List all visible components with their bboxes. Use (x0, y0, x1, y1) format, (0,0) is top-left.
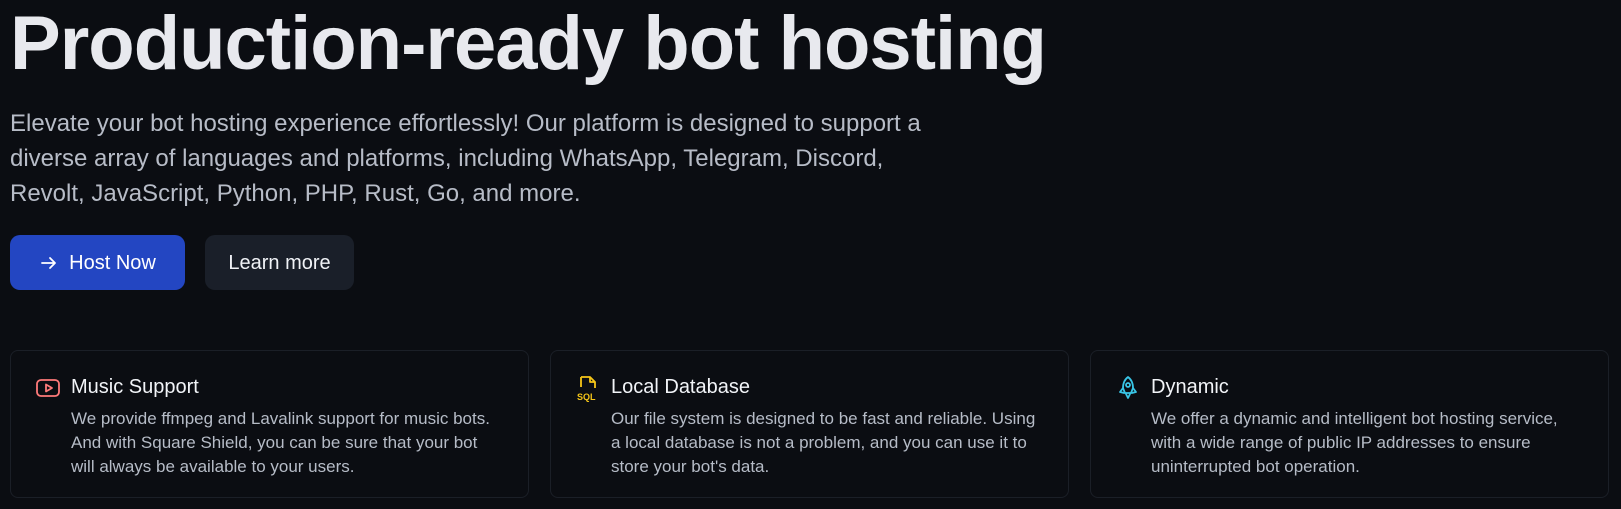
sql-file-icon: SQL (573, 373, 603, 403)
learn-more-button[interactable]: Learn more (205, 235, 354, 290)
arrow-right-icon (39, 253, 59, 273)
learn-more-label: Learn more (228, 251, 331, 274)
feature-title: Local Database (611, 376, 750, 398)
feature-description: We provide ffmpeg and Lavalink support f… (71, 409, 490, 476)
host-now-label: Host Now (69, 251, 156, 274)
feature-card-dynamic: Dynamic We offer a dynamic and intellige… (1090, 350, 1609, 498)
feature-title: Music Support (71, 376, 199, 398)
feature-description: Our file system is designed to be fast a… (611, 409, 1036, 476)
page-title: Production-ready bot hosting (10, 1, 1047, 86)
svg-text:SQL: SQL (577, 392, 596, 402)
feature-card-music-support: Music Support We provide ffmpeg and Lava… (10, 350, 529, 498)
play-icon (33, 373, 63, 403)
host-now-button[interactable]: Host Now (10, 235, 185, 290)
feature-card-local-database: SQL Local Database Our file system is de… (550, 350, 1069, 498)
rocket-icon (1113, 373, 1143, 403)
hero-description: Elevate your bot hosting experience effo… (10, 110, 921, 207)
feature-title: Dynamic (1151, 376, 1229, 398)
feature-description: We offer a dynamic and intelligent bot h… (1151, 409, 1558, 476)
